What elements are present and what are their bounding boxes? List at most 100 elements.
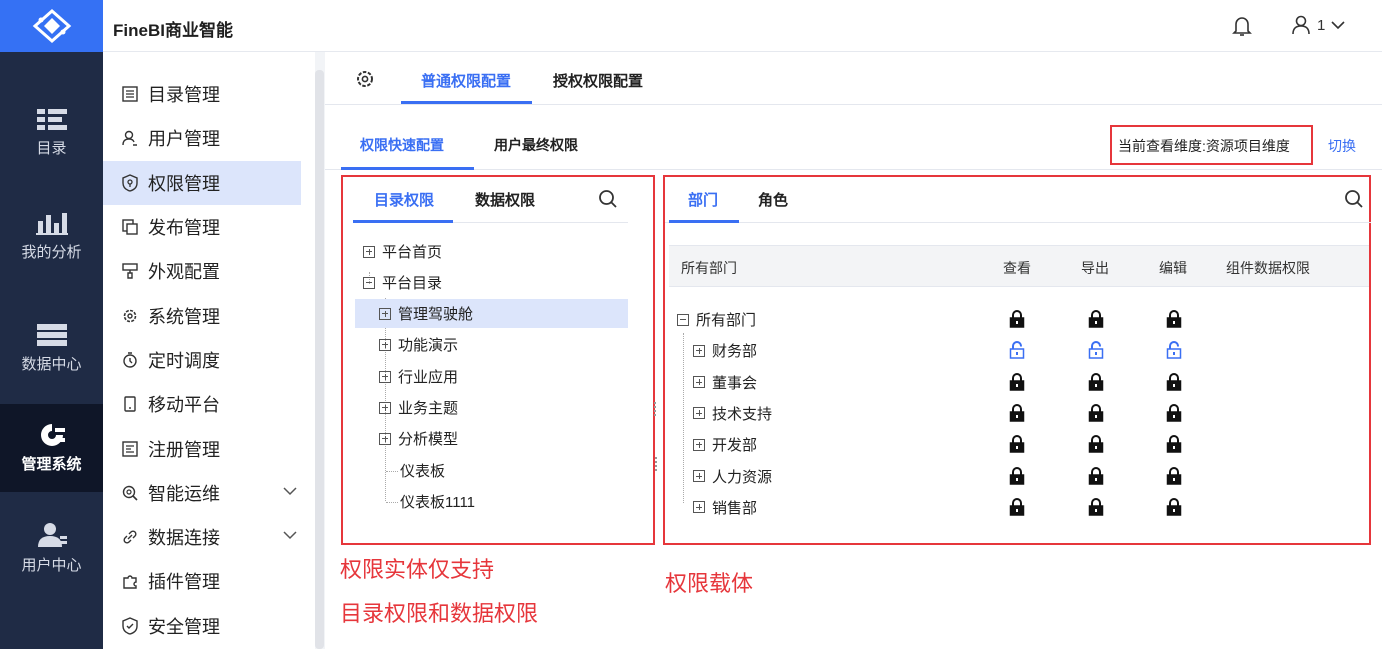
tree-node[interactable]: 仪表板1111 [400,487,635,516]
lock-icon[interactable] [1009,497,1025,516]
timer-icon [121,351,139,369]
column-header-view: 查看 [1003,260,1031,276]
menu-item-plugins[interactable]: 插件管理 [103,559,315,603]
user-menu[interactable]: 1 [1291,15,1345,35]
tab-quick-config[interactable]: 权限快速配置 [360,135,444,155]
tab-grant-permission[interactable]: 授权权限配置 [553,70,643,91]
rail-item-data-center[interactable]: 数据中心 [0,292,103,404]
lock-icon[interactable] [1009,403,1025,422]
menu-label: 目录管理 [148,85,220,106]
lock-icon[interactable] [1166,466,1182,485]
permission-row[interactable]: 技术支持 [665,397,1371,428]
expand-icon[interactable] [693,344,705,357]
menu-item-schedule[interactable]: 定时调度 [103,338,315,382]
lock-icon[interactable] [1088,435,1104,453]
rail-item-user-center[interactable]: 用户中心 [0,492,103,604]
permission-row[interactable]: 财务部 [665,334,1371,365]
tree-node[interactable]: 功能演示 [379,330,635,359]
menu-item-catalog[interactable]: 目录管理 [103,72,315,116]
lock-icon[interactable] [1166,403,1182,422]
menu-item-security[interactable]: 安全管理 [103,604,315,648]
lock-icon[interactable] [1009,466,1025,485]
menu-item-appearance[interactable]: 外观配置 [103,249,315,293]
active-tab-indicator [401,101,532,104]
menu-item-permissions[interactable]: 权限管理 [103,160,301,205]
rail-item-catalog[interactable]: 目录 [0,85,103,180]
lock-icon[interactable] [1088,403,1104,422]
panel-resize-handle[interactable] [654,402,660,416]
collapse-icon[interactable] [677,313,689,326]
lock-icon[interactable] [1009,435,1025,453]
expand-icon[interactable] [693,438,705,451]
expand-icon[interactable] [693,470,705,482]
analysis-icon [35,212,68,235]
search-icon[interactable] [1344,189,1364,209]
tree-connector [386,471,398,472]
menu-item-data-connection[interactable]: 数据连接 [103,515,315,559]
tab-user-final-permission[interactable]: 用户最终权限 [494,135,578,155]
lock-icon[interactable] [1166,497,1182,516]
expand-icon[interactable] [379,401,391,414]
rail-item-admin[interactable]: 管理系统 [0,404,103,492]
tree-node[interactable]: 业务主题 [379,393,635,422]
expand-icon[interactable] [379,370,391,383]
unlock-icon[interactable] [1088,341,1104,360]
tree-node[interactable]: 平台首页 [363,237,635,266]
tree-node[interactable]: 分析模型 [379,424,635,453]
expand-icon[interactable] [379,432,391,445]
lock-icon[interactable] [1088,372,1104,391]
menu-scrollbar[interactable] [315,70,324,649]
tab-catalog-permission[interactable]: 目录权限 [374,189,434,210]
menu-item-users[interactable]: 用户管理 [103,116,315,160]
lock-icon[interactable] [1166,372,1182,391]
tab-normal-permission[interactable]: 普通权限配置 [421,70,511,91]
expand-icon[interactable] [693,407,705,420]
expand-icon[interactable] [363,245,375,258]
settings-gear-icon[interactable] [355,69,375,89]
panel-resize-handle[interactable] [655,457,661,471]
lock-icon[interactable] [1088,466,1104,485]
tree-node[interactable]: 行业应用 [379,362,635,391]
permission-row[interactable]: 开发部 [665,428,1371,459]
tree-node-label: 管理驾驶舱 [398,306,474,323]
tree-node[interactable]: 仪表板 [400,456,635,485]
permission-row[interactable]: 所有部门 [665,303,1371,334]
switch-dimension-link[interactable]: 切换 [1328,136,1356,156]
tree-node[interactable]: 平台目录 [363,268,635,297]
rail-item-my-analysis[interactable]: 我的分析 [0,180,103,292]
lock-icon[interactable] [1088,497,1104,516]
tree-node-selected[interactable]: 管理驾驶舱 [355,299,628,328]
menu-item-publish[interactable]: 发布管理 [103,205,315,249]
collapse-icon[interactable] [363,276,375,289]
bell-icon[interactable] [1232,15,1252,37]
lock-icon[interactable] [1088,310,1104,328]
expand-icon[interactable] [379,338,391,351]
app-title: FineBI商业智能 [113,21,233,40]
unlock-icon[interactable] [1166,341,1182,360]
expand-icon[interactable] [693,501,705,514]
lock-icon[interactable] [1166,310,1182,328]
expand-icon[interactable] [693,376,705,389]
department-cell: 人力资源 [693,466,772,487]
lock-icon[interactable] [1009,310,1025,328]
entity-tabs: 目录权限 数据权限 [353,177,628,223]
logo[interactable] [0,0,103,52]
lock-icon[interactable] [1009,372,1025,391]
menu-item-system[interactable]: 系统管理 [103,293,315,337]
tab-department[interactable]: 部门 [688,189,718,210]
menu-item-ops[interactable]: 智能运维 [103,471,315,515]
permission-row[interactable]: 董事会 [665,366,1371,397]
unlock-icon[interactable] [1009,341,1025,360]
tab-data-permission[interactable]: 数据权限 [475,189,535,210]
menu-item-mobile[interactable]: 移动平台 [103,382,315,426]
search-icon[interactable] [598,189,618,209]
permission-row[interactable]: 销售部 [665,491,1371,522]
link-icon [121,528,139,546]
lock-icon[interactable] [1166,435,1182,453]
menu-label: 系统管理 [148,306,220,327]
gear-icon [121,307,139,325]
tab-role[interactable]: 角色 [758,189,788,210]
menu-item-register[interactable]: 注册管理 [103,426,315,470]
permission-row[interactable]: 人力资源 [665,460,1371,491]
expand-icon[interactable] [379,307,391,320]
